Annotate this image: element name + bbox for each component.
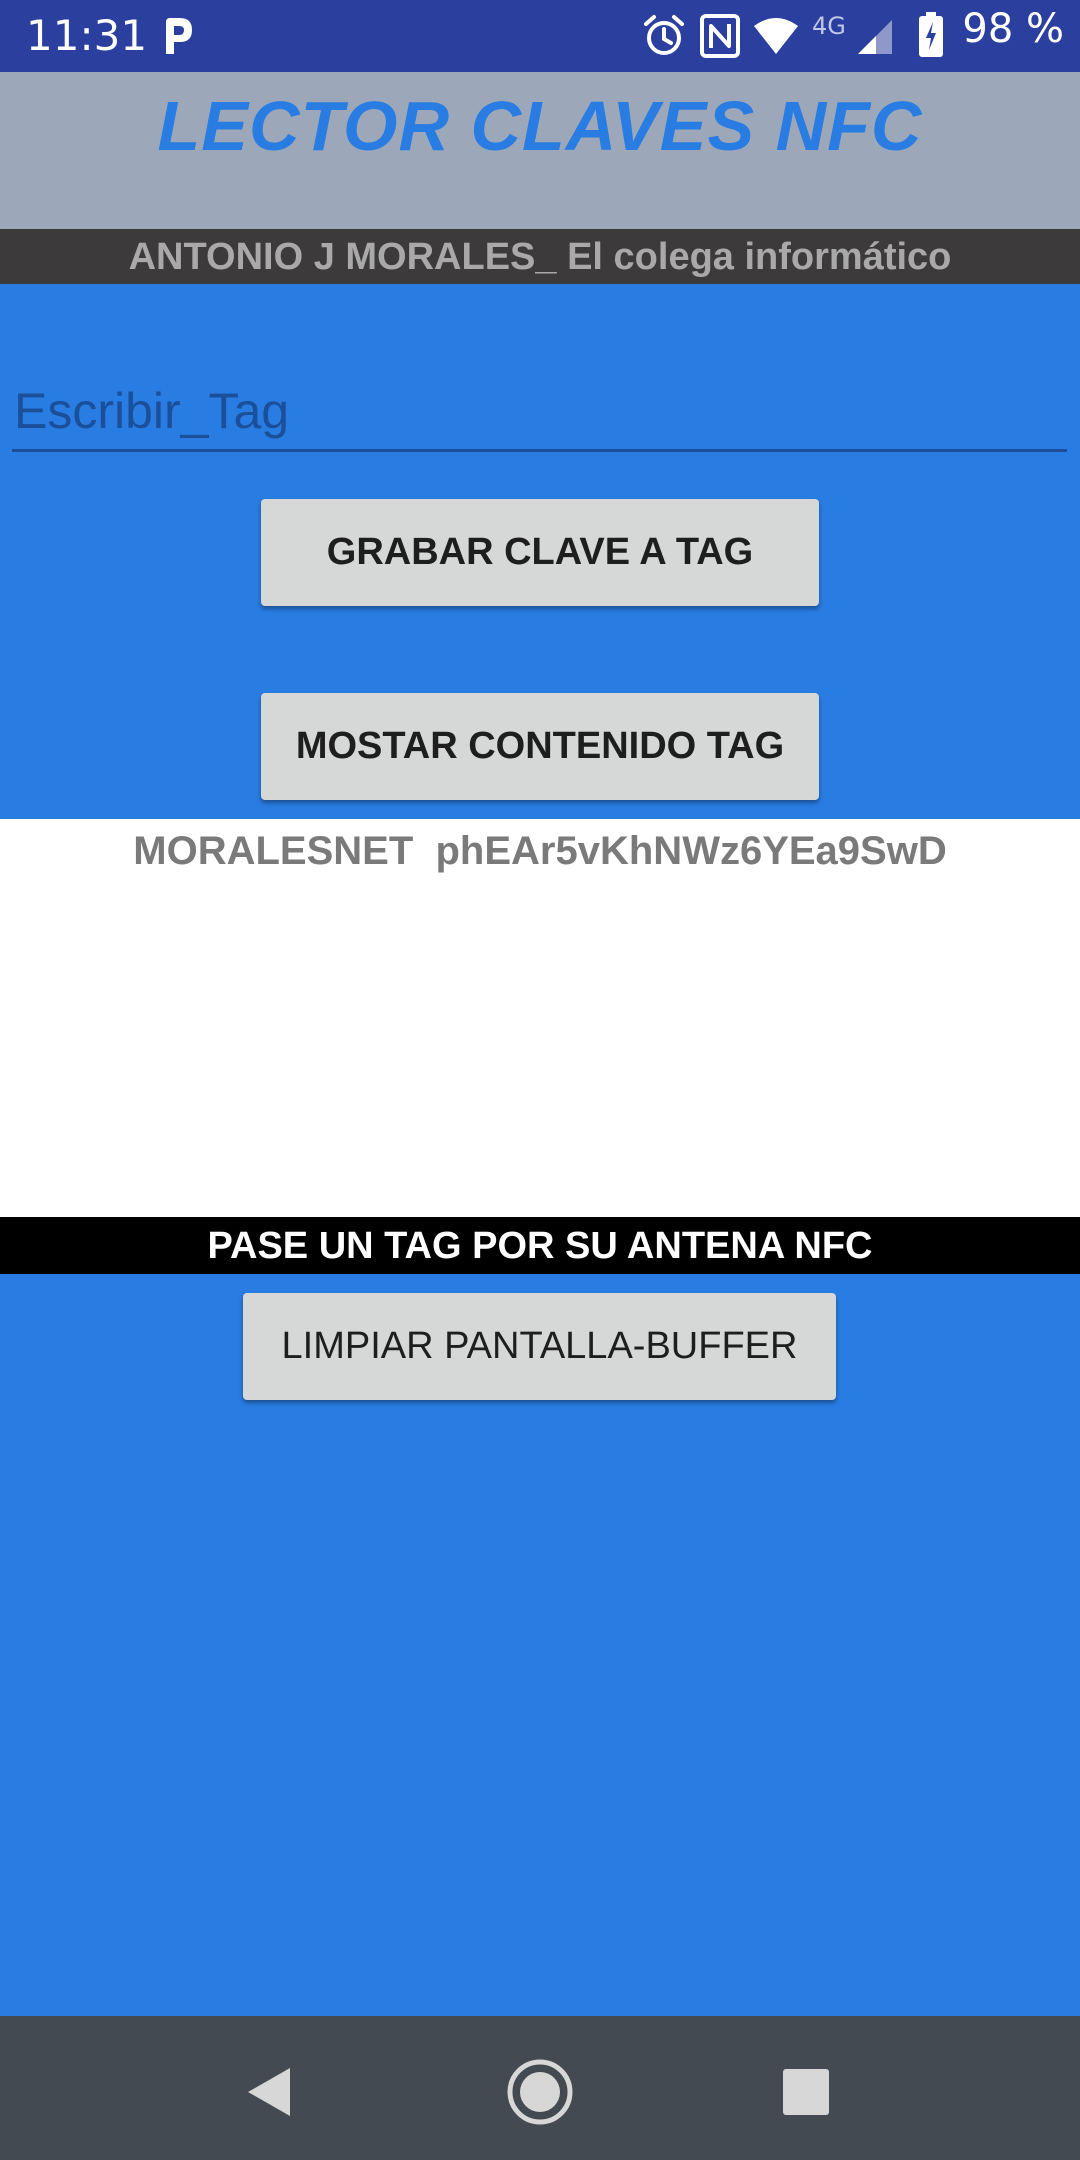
status-bar: 11:31 4G 98 % bbox=[0, 0, 1080, 72]
recents-icon[interactable] bbox=[766, 2052, 846, 2132]
write-tag-button[interactable]: GRABAR CLAVE A TAG bbox=[261, 499, 819, 606]
nfc-prompt: PASE UN TAG POR SU ANTENA NFC bbox=[207, 1225, 873, 1267]
nfc-prompt-bar: PASE UN TAG POR SU ANTENA NFC bbox=[0, 1217, 1080, 1274]
author-label: ANTONIO J MORALES_ El colega informático bbox=[128, 236, 952, 278]
output-text: MORALESNET phEAr5vKhNWz6YEa9SwD bbox=[133, 829, 947, 873]
app-title: LECTOR CLAVES NFC bbox=[157, 87, 923, 165]
battery-level: 98 % bbox=[962, 6, 1064, 52]
tag-input[interactable] bbox=[12, 372, 1067, 452]
status-time: 11:31 bbox=[26, 11, 148, 60]
wifi-icon bbox=[754, 18, 798, 54]
alarm-icon bbox=[644, 15, 684, 55]
home-icon[interactable] bbox=[500, 2052, 580, 2132]
back-icon[interactable] bbox=[230, 2052, 310, 2132]
app-header: LECTOR CLAVES NFC bbox=[0, 72, 1080, 229]
show-tag-content-button[interactable]: MOSTAR CONTENIDO TAG bbox=[261, 693, 819, 800]
network-type: 4G bbox=[812, 12, 846, 40]
output-area: MORALESNET phEAr5vKhNWz6YEa9SwD bbox=[0, 819, 1080, 1217]
clear-buffer-button[interactable]: LIMPIAR PANTALLA-BUFFER bbox=[243, 1293, 836, 1400]
p-app-icon bbox=[166, 18, 192, 54]
navigation-bar bbox=[0, 2016, 1080, 2160]
battery-charging-icon bbox=[919, 12, 943, 57]
signal-icon bbox=[858, 20, 892, 54]
nfc-icon bbox=[700, 14, 740, 58]
author-bar: ANTONIO J MORALES_ El colega informático bbox=[0, 229, 1080, 284]
